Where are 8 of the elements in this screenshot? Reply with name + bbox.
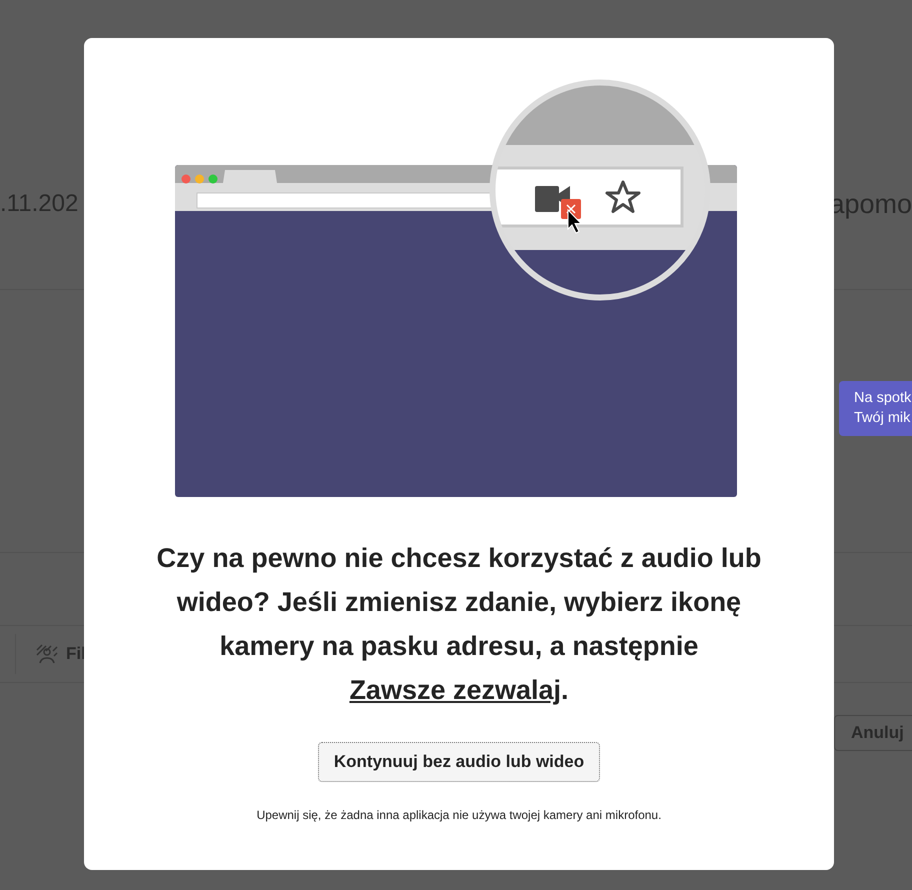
- blurred-person-icon: [36, 644, 58, 664]
- continue-button[interactable]: Kontynuuj bez audio lub wideo: [318, 742, 600, 782]
- dialog-message: Czy na pewno nie chcesz korzystać z audio lub wideo? Jeśli zmienisz zdanie, wybierz ikonę kamery na pasku adresu, a następnie Zawsze zezwalaj.: [156, 542, 762, 707]
- camera-icon: [535, 186, 570, 212]
- star-icon: [606, 180, 640, 213]
- footnote-text: Upewnij się, że żadna inna aplikacja nie używa twojej kamery ani mikrofonu.: [256, 808, 662, 822]
- tooltip: Na spotk Twój mik: [839, 381, 912, 436]
- always-allow-link[interactable]: Zawsze zezwalaj: [349, 675, 562, 705]
